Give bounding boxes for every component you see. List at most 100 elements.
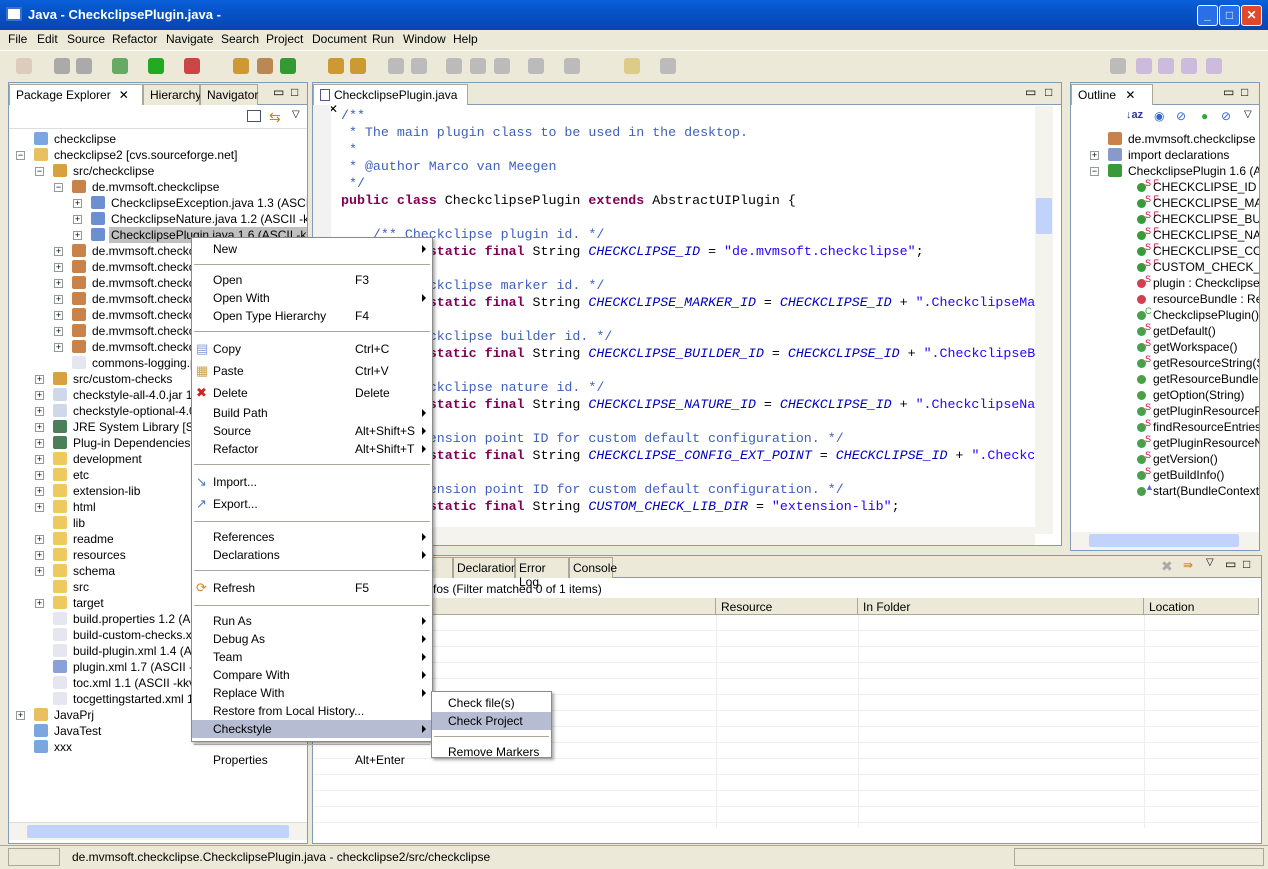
maximize-view-icon[interactable]: □ (1241, 85, 1248, 99)
menu-item-declarations[interactable]: Declarations (192, 546, 432, 564)
tree-item-checkclipse[interactable]: checkclipse (16, 131, 307, 147)
tree-item-import-declarations[interactable]: + import declarations (1090, 147, 1259, 163)
expand-icon[interactable]: + (54, 343, 63, 352)
expand-icon[interactable]: + (54, 279, 63, 288)
menu-item-open-with[interactable]: Open With (192, 289, 432, 307)
tab-checkclipseplugin-java[interactable]: CheckclipsePlugin.java ✕ (313, 84, 468, 116)
scrollbar-thumb[interactable] (1089, 534, 1239, 547)
close-tab-icon[interactable]: ✕ (119, 88, 129, 102)
menu-item-refresh[interactable]: ⟳ Refresh F5 (192, 577, 432, 599)
sort-icon[interactable]: ↓az (1126, 109, 1143, 121)
tab-hierarchy[interactable]: Hierarchy (143, 84, 201, 105)
expand-icon[interactable]: + (54, 327, 63, 336)
menu-item-checkstyle[interactable]: Checkstyle (192, 720, 432, 738)
menu-item-paste[interactable]: ▦ Paste Ctrl+V (192, 360, 432, 382)
menu-item-source[interactable]: Source Alt+Shift+S (192, 422, 432, 440)
horizontal-scrollbar[interactable] (1071, 532, 1259, 550)
maximize-view-icon[interactable]: □ (1045, 85, 1052, 99)
collapse-icon[interactable]: − (16, 151, 25, 160)
view-menu-icon[interactable]: ▽ (1206, 557, 1214, 568)
tree-item-plugin-checkclipseplu[interactable]: Splugin : CheckclipsePlu (1115, 274, 1259, 291)
toolbar-button[interactable] (660, 58, 676, 74)
menu-item-open[interactable]: Open F3 (192, 271, 432, 289)
expand-icon[interactable]: + (35, 423, 44, 432)
collapse-all-icon[interactable] (247, 110, 261, 122)
hide-fields-icon[interactable]: ◉ (1154, 109, 1164, 123)
expand-icon[interactable]: + (73, 199, 82, 208)
tab-outline[interactable]: Outline ✕ (1071, 84, 1153, 105)
expand-icon[interactable]: + (54, 263, 63, 272)
toolbar-button[interactable] (328, 58, 344, 74)
expand-icon[interactable]: + (35, 455, 44, 464)
delete-icon[interactable]: ✖ (1161, 558, 1173, 575)
expand-icon[interactable]: + (54, 311, 63, 320)
tree-item-getdefault[interactable]: SgetDefault() (1115, 322, 1259, 339)
vertical-scrollbar[interactable] (1035, 106, 1053, 534)
menu-document[interactable]: Document (312, 32, 367, 46)
menu-source[interactable]: Source (67, 32, 105, 46)
menu-item-export[interactable]: ↗ Export... (192, 493, 432, 515)
expand-icon[interactable]: + (1090, 151, 1099, 160)
toolbar-button[interactable] (280, 58, 296, 74)
menu-window[interactable]: Window (403, 32, 446, 46)
tree-item-checkclipseplugin[interactable]: C CheckclipsePlugin() (1115, 306, 1259, 323)
menu-item-properties[interactable]: Properties Alt+Enter (192, 751, 432, 769)
toolbar-button[interactable] (624, 58, 640, 74)
expand-icon[interactable]: + (35, 439, 44, 448)
expand-icon[interactable]: + (54, 247, 63, 256)
toolbar-button[interactable] (470, 58, 486, 74)
maximize-view-icon[interactable]: □ (1243, 557, 1250, 571)
close-tab-icon[interactable]: ✕ (1125, 88, 1135, 102)
menu-run[interactable]: Run (372, 32, 394, 46)
menu-item-delete[interactable]: ✖ Delete Delete (192, 382, 432, 404)
hide-nonpublic-icon[interactable]: ● (1201, 109, 1208, 123)
menu-refactor[interactable]: Refactor (112, 32, 157, 46)
tree-item-getpluginresourcepatl[interactable]: SgetPluginResourcePatl (1115, 402, 1259, 419)
view-menu-icon[interactable]: ▽ (292, 109, 300, 120)
tree-item-getpluginresourcenan[interactable]: SgetPluginResourceNan (1115, 434, 1259, 451)
expand-icon[interactable]: + (35, 503, 44, 512)
toolbar-button[interactable] (446, 58, 462, 74)
menu-edit[interactable]: Edit (37, 32, 58, 46)
menu-item-check-project[interactable]: Check Project (432, 712, 551, 730)
tree-item-getworkspace[interactable]: SgetWorkspace() (1115, 338, 1259, 355)
minimize-view-icon[interactable]: ▭ (273, 85, 284, 99)
expand-icon[interactable]: + (35, 567, 44, 576)
expand-icon[interactable]: + (35, 471, 44, 480)
toolbar-button[interactable] (233, 58, 249, 74)
toolbar-button[interactable] (16, 58, 32, 74)
maximize-button[interactable]: □ (1219, 5, 1240, 26)
toolbar-button[interactable] (76, 58, 92, 74)
collapse-icon[interactable]: − (35, 167, 44, 176)
tree-item-getbuildinfo[interactable]: SgetBuildInfo() (1115, 466, 1259, 483)
toolbar-button[interactable] (184, 58, 200, 74)
toolbar-button[interactable] (388, 58, 404, 74)
menu-help[interactable]: Help (453, 32, 478, 46)
collapse-icon[interactable]: − (54, 183, 63, 192)
filter-icon[interactable]: ⇛ (1183, 558, 1193, 572)
tree-item-checkclipse2-cvs-sourceforge-n[interactable]: − checkclipse2 [cvs.sourceforge.net] (16, 147, 307, 163)
tree-item-checkclipsenature-java-1-2-asc[interactable]: + CheckclipseNature.java 1.2 (ASCII -kkv) (73, 211, 307, 227)
menu-item-remove-markers[interactable]: Remove Markers (432, 743, 551, 761)
column-header-resource[interactable]: Resource (716, 598, 858, 615)
minimize-view-icon[interactable]: ▭ (1025, 85, 1036, 99)
tree-item-checkclipse-builde[interactable]: S FCHECKCLIPSE_BUILDE (1115, 210, 1259, 227)
minimize-view-icon[interactable]: ▭ (1225, 557, 1236, 571)
menu-item-copy[interactable]: ▤ Copy Ctrl+C (192, 338, 432, 360)
perspective-button[interactable] (1181, 58, 1197, 74)
menu-file[interactable]: File (8, 32, 27, 46)
menu-item-references[interactable]: References (192, 528, 432, 546)
perspective-button[interactable] (1158, 58, 1174, 74)
collapse-icon[interactable]: − (1090, 167, 1099, 176)
scrollbar-thumb[interactable] (27, 825, 289, 838)
tree-item-checkclipseplugin-1-6-asc[interactable]: −CheckclipsePlugin 1.6 (ASC (1090, 163, 1259, 179)
tab-console[interactable]: Console (569, 557, 617, 578)
tree-item-de-mvmsoft-checkclipse[interactable]: − de.mvmsoft.checkclipse (54, 179, 307, 195)
toolbar-button[interactable] (54, 58, 70, 74)
toolbar-button[interactable] (411, 58, 427, 74)
toolbar-button[interactable] (1110, 58, 1126, 74)
menu-item-restore-from-local-history[interactable]: Restore from Local History... (192, 702, 432, 720)
column-header-in-folder[interactable]: In Folder (858, 598, 1144, 615)
menu-item-import[interactable]: ↘ Import... (192, 471, 432, 493)
menu-project[interactable]: Project (266, 32, 303, 46)
